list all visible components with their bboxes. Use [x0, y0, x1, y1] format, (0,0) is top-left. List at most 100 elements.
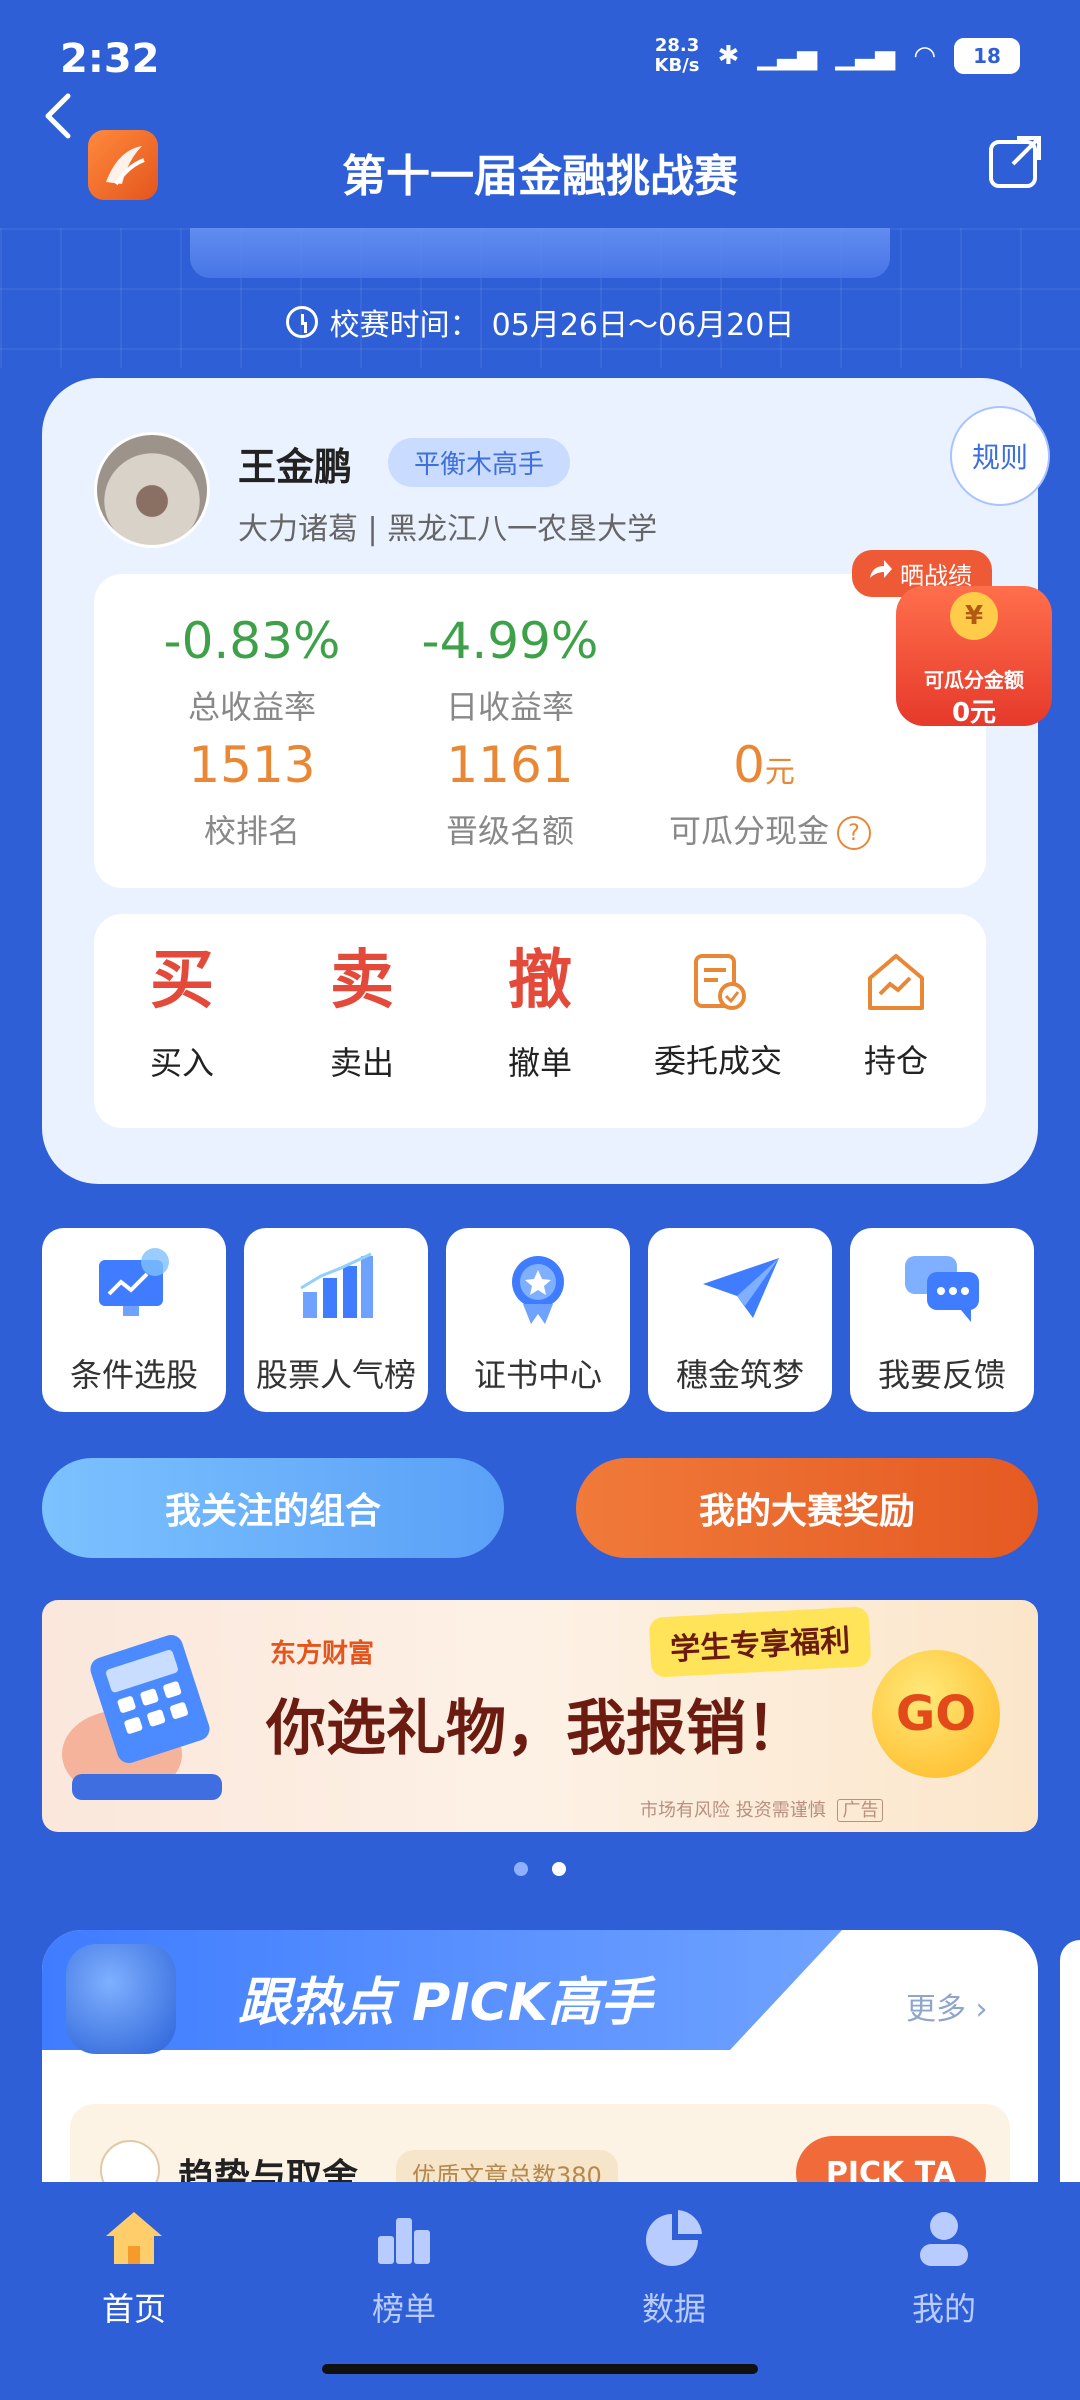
help-icon[interactable]: ?	[837, 816, 871, 850]
share-icon[interactable]	[985, 132, 1045, 192]
signal-icon: ▁▃▅	[835, 41, 896, 71]
carousel-dot-active[interactable]	[552, 1862, 566, 1876]
tool-label: 股票人气榜	[255, 1356, 416, 1394]
cash-share-value: 0元	[664, 736, 864, 794]
tool-dream-building[interactable]: 穗金筑梦	[648, 1228, 832, 1412]
more-link[interactable]: 更多 ›	[906, 1984, 988, 2028]
buy-char: 买	[150, 944, 214, 1018]
contest-time: 校赛时间： 05月26日～06月20日	[0, 300, 1080, 344]
user-subtitle: 大力诸葛 | 黑龙江八一农垦大学	[238, 512, 658, 547]
cash-share-unit: 元	[764, 755, 795, 790]
tool-label: 我要反馈	[877, 1356, 1006, 1394]
sell-char: 卖	[330, 944, 394, 1018]
status-icons: 28.3 KB/s ✱ ▁▃▅ ▁▃▅ ◠ 18	[655, 36, 1020, 76]
bar-rank-icon	[300, 1252, 373, 1318]
promotion-quota-label: 晋级名额	[445, 812, 574, 850]
nav-label: 首页	[101, 2290, 166, 2328]
user-badge: 平衡木高手	[388, 438, 571, 487]
battery-icon: 18	[954, 38, 1020, 74]
ad-mark: 广告	[837, 1799, 884, 1822]
tool-label: 条件选股	[69, 1356, 198, 1394]
home-indicator[interactable]	[322, 2364, 758, 2374]
cancel-label: 撤单	[507, 1044, 572, 1082]
order-record-button[interactable]: 委托成交	[638, 944, 798, 1082]
tool-certificate-center[interactable]: 证书中心	[446, 1228, 630, 1412]
net-speed-value: 28.3	[654, 35, 700, 56]
holdings-button[interactable]: 持仓	[816, 944, 976, 1082]
promotion-quota-value: 1161	[446, 736, 574, 794]
promo-risk-note: 市场有风险 投资需谨慎	[640, 1800, 826, 1821]
certificate-medal-icon	[512, 1256, 564, 1324]
cancel-order-button[interactable]: 撤 撤单	[460, 944, 620, 1084]
nav-profile[interactable]: 我的	[864, 2206, 1024, 2330]
followed-portfolio-button[interactable]: 我关注的组合	[42, 1458, 504, 1558]
cash-share-label: 可瓜分现金	[668, 812, 829, 850]
monitor-chart-icon	[99, 1248, 169, 1316]
tool-stock-screener[interactable]: 条件选股	[42, 1228, 226, 1412]
order-record-label: 委托成交	[653, 1042, 782, 1080]
holdings-house-icon	[868, 954, 924, 1010]
nav-data[interactable]: 数据	[594, 2206, 754, 2330]
tool-label: 穗金筑梦	[675, 1356, 804, 1394]
net-speed: 28.3 KB/s	[655, 36, 700, 76]
tool-label: 证书中心	[473, 1356, 602, 1394]
signal-icon: ▁▃▅	[757, 41, 818, 71]
tool-feedback[interactable]: 我要反馈	[850, 1228, 1034, 1412]
promo-disclaimer: 市场有风险 投资需谨慎 广告	[640, 1796, 884, 1822]
calculator-hand-icon	[62, 1634, 222, 1800]
order-record-icon	[694, 954, 746, 1010]
nav-home[interactable]: 首页	[54, 2206, 214, 2330]
hot-pick-title: 跟热点 PICK高手	[238, 1973, 653, 2033]
promo-go-button[interactable]: GO	[872, 1650, 1000, 1778]
school-rank-label: 校排名	[203, 812, 300, 850]
feedback-chat-icon	[905, 1256, 979, 1322]
red-packet-amount: 0元	[951, 698, 997, 728]
page-title: 第十一届金融挑战赛	[342, 151, 738, 202]
cancel-char: 撤	[508, 944, 572, 1018]
total-return-label: 总收益率	[187, 688, 316, 726]
hero-title-art	[190, 228, 890, 278]
status-time: 2:32	[60, 36, 160, 82]
profile-icon	[920, 2212, 968, 2266]
promo-title: 你选礼物，我报销！	[266, 1694, 806, 1764]
daily-return-value: -4.99%	[421, 612, 599, 670]
pie-chart-icon	[646, 2210, 702, 2266]
home-icon	[106, 2212, 162, 2264]
tool-stock-popularity[interactable]: 股票人气榜	[244, 1228, 428, 1412]
red-packet-label: 可瓜分金额	[924, 668, 1024, 692]
promo-tag: 学生专享福利	[648, 1606, 872, 1678]
contest-reward-button[interactable]: 我的大赛奖励	[576, 1458, 1038, 1558]
ranking-icon	[378, 2218, 430, 2264]
sell-label: 卖出	[329, 1044, 394, 1082]
nav-ranking[interactable]: 榜单	[324, 2206, 484, 2330]
nav-label: 榜单	[371, 2290, 436, 2328]
coin-icon: ¥	[950, 592, 998, 640]
buy-label: 买入	[149, 1044, 214, 1082]
promo-brand: 东方财富	[270, 1639, 375, 1669]
nav-label: 数据	[641, 2290, 706, 2328]
net-speed-unit: KB/s	[654, 55, 700, 76]
avatar[interactable]	[94, 432, 210, 548]
clock-icon	[285, 306, 318, 338]
hero-banner	[0, 228, 1080, 368]
rules-button[interactable]: 规则	[950, 406, 1050, 506]
contest-time-range: 05月26日～06月20日	[491, 308, 795, 343]
back-icon[interactable]	[30, 86, 90, 146]
sell-button[interactable]: 卖 卖出	[282, 944, 442, 1084]
user-name: 王金鹏	[238, 445, 353, 489]
cash-share-amount: 0	[733, 736, 765, 794]
paper-plane-icon	[703, 1258, 779, 1318]
share-arrow-icon	[870, 560, 892, 578]
total-return-value: -0.83%	[163, 612, 341, 670]
more-label: 更多	[906, 1992, 966, 2027]
contest-time-label: 校赛时间：	[329, 308, 480, 343]
holdings-label: 持仓	[863, 1042, 928, 1080]
wifi-icon: ◠	[913, 41, 936, 71]
school-rank-value: 1513	[188, 736, 316, 794]
buy-button[interactable]: 买 买入	[102, 944, 262, 1084]
cash-share-label-row: 可瓜分现金?	[650, 806, 890, 852]
carousel-dot[interactable]	[514, 1862, 528, 1876]
chevron-right-icon: ›	[966, 1992, 988, 2027]
helmet-icon	[66, 1944, 176, 2054]
bluetooth-icon: ✱	[717, 41, 740, 71]
